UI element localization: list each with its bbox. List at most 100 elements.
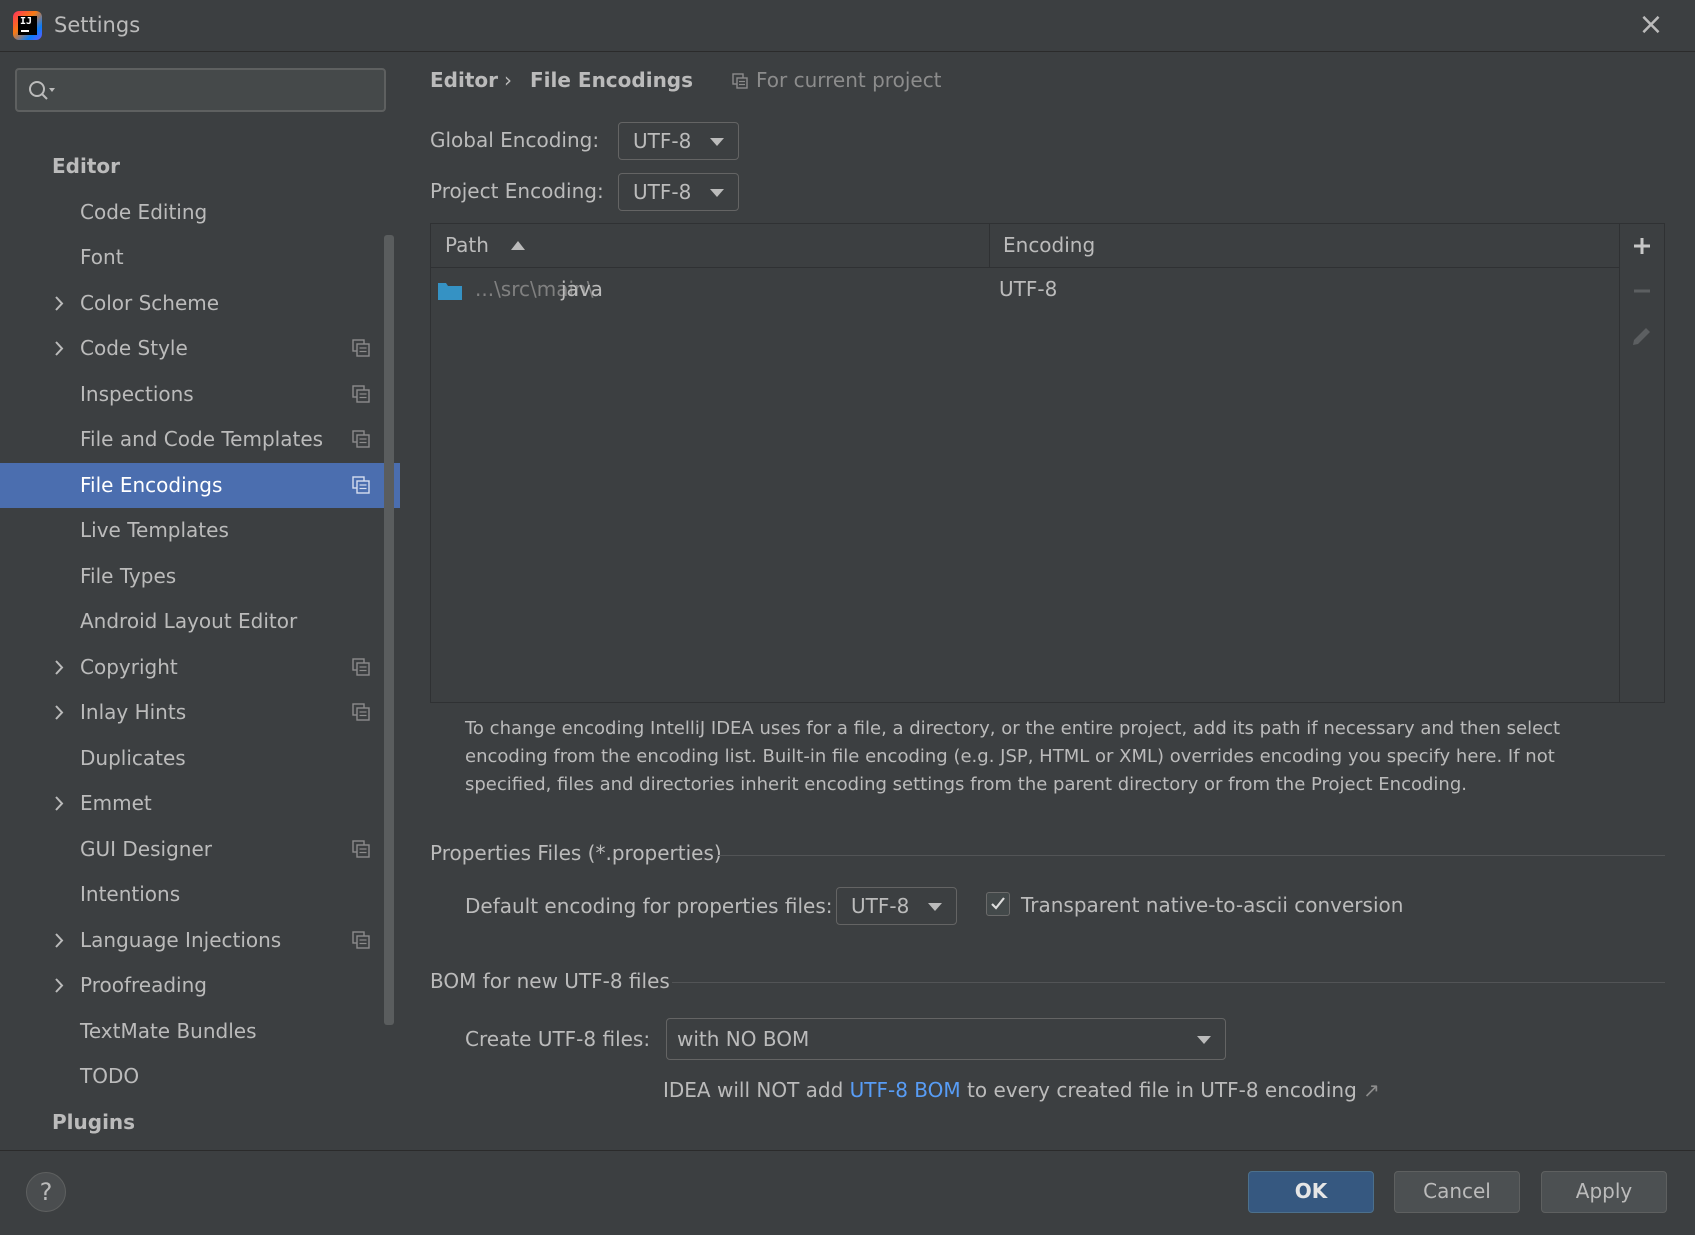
sidebar-item-intentions[interactable]: Intentions bbox=[0, 872, 384, 917]
sidebar-item-label: Inspections bbox=[80, 381, 194, 406]
remove-icon[interactable] bbox=[1630, 279, 1654, 303]
sidebar-item-gui-designer[interactable]: GUI Designer bbox=[0, 827, 384, 872]
search-input[interactable] bbox=[65, 76, 365, 104]
sidebar-item-label: Inlay Hints bbox=[80, 700, 187, 724]
project-scope-icon bbox=[352, 384, 370, 403]
sidebar-item-label: Live Templates bbox=[80, 518, 229, 542]
sort-ascending-icon bbox=[511, 241, 525, 250]
intellij-logo-icon: IJ bbox=[13, 11, 42, 40]
column-header-path[interactable]: Path bbox=[445, 224, 489, 268]
sidebar-item-live-templates[interactable]: Live Templates bbox=[0, 508, 384, 553]
sidebar-item-label: Emmet bbox=[80, 791, 152, 815]
sidebar-item-label: Plugins bbox=[52, 1109, 136, 1134]
utf8-bom-link[interactable]: UTF-8 BOM bbox=[850, 1078, 961, 1102]
breadcrumb-separator: › bbox=[504, 68, 512, 92]
sidebar-item-label: Duplicates bbox=[80, 745, 186, 770]
sidebar-item-file-types[interactable]: File Types bbox=[0, 554, 384, 599]
sidebar-item-textmate-bundles[interactable]: TextMate Bundles bbox=[0, 1009, 384, 1054]
external-link-icon[interactable]: ↗ bbox=[1363, 1078, 1380, 1102]
project-scope-icon bbox=[352, 339, 370, 357]
sidebar-item-label: Copyright bbox=[80, 654, 178, 679]
main-panel: Editor › File Encodings For current proj… bbox=[400, 52, 1695, 1150]
sidebar-item-inlay-hints[interactable]: Inlay Hints bbox=[0, 690, 384, 735]
sidebar-scrollbar[interactable] bbox=[384, 235, 394, 1025]
edit-pencil-icon[interactable] bbox=[1630, 324, 1654, 348]
table-row[interactable]: ...\src\main\ java UTF-8 bbox=[431, 268, 1619, 312]
chevron-right-icon[interactable] bbox=[52, 781, 66, 826]
close-icon[interactable]: × bbox=[1638, 10, 1664, 40]
project-encoding-select[interactable]: UTF-8 bbox=[618, 173, 739, 211]
column-divider[interactable] bbox=[989, 224, 990, 268]
table-toolbar bbox=[1619, 224, 1664, 702]
page-title: File Encodings bbox=[530, 68, 694, 92]
sidebar-item-label: TODO bbox=[80, 1064, 140, 1088]
project-scope-icon bbox=[352, 657, 370, 676]
search-box[interactable] bbox=[15, 68, 386, 112]
sidebar-item-duplicates[interactable]: Duplicates bbox=[0, 736, 384, 781]
sidebar-item-label: File Encodings bbox=[80, 472, 223, 497]
ok-button[interactable]: OK bbox=[1248, 1171, 1374, 1213]
chevron-down-icon bbox=[928, 903, 942, 911]
properties-section-title: Properties Files (*.properties) bbox=[430, 841, 722, 865]
global-encoding-select[interactable]: UTF-8 bbox=[618, 122, 739, 160]
apply-button[interactable]: Apply bbox=[1541, 1171, 1667, 1213]
sidebar-item-todo[interactable]: TODO bbox=[0, 1054, 384, 1099]
sidebar-item-label: Color Scheme bbox=[80, 290, 220, 315]
sidebar-item-copyright[interactable]: Copyright bbox=[0, 645, 384, 690]
properties-encoding-select[interactable]: UTF-8 bbox=[836, 887, 957, 925]
sidebar-item-file-and-code-templates[interactable]: File and Code Templates bbox=[0, 417, 384, 462]
sidebar-item-code-editing[interactable]: Code Editing bbox=[0, 190, 384, 235]
bom-note-prefix: IDEA will NOT add bbox=[663, 1078, 850, 1102]
cancel-button[interactable]: Cancel bbox=[1394, 1171, 1520, 1213]
sidebar-item-proofreading[interactable]: Proofreading bbox=[0, 963, 384, 1008]
sidebar-item-label: GUI Designer bbox=[80, 836, 212, 861]
chevron-right-icon[interactable] bbox=[52, 281, 66, 326]
chevron-right-icon[interactable] bbox=[52, 963, 66, 1008]
bom-note-suffix: to every created file in UTF-8 encoding bbox=[960, 1078, 1357, 1102]
sidebar-item-color-scheme[interactable]: Color Scheme bbox=[0, 281, 384, 326]
chevron-down-icon bbox=[710, 189, 724, 197]
add-icon[interactable] bbox=[1630, 234, 1654, 258]
breadcrumb-editor[interactable]: Editor bbox=[430, 68, 498, 92]
chevron-right-icon[interactable] bbox=[52, 326, 66, 371]
column-header-encoding[interactable]: Encoding bbox=[1003, 224, 1095, 268]
sidebar-item-plugins[interactable]: Plugins bbox=[0, 1100, 384, 1145]
sidebar-item-label: Intentions bbox=[80, 882, 181, 906]
sidebar-item-editor[interactable]: Editor bbox=[0, 144, 384, 189]
path-leaf: java bbox=[561, 277, 603, 301]
bom-select[interactable]: with NO BOM bbox=[666, 1018, 1226, 1060]
sidebar-item-label: Code Editing bbox=[80, 199, 208, 224]
bom-note: IDEA will NOT add UTF-8 BOM to every cre… bbox=[663, 1078, 1380, 1102]
transparent-conversion-checkbox[interactable] bbox=[986, 892, 1010, 916]
global-encoding-value: UTF-8 bbox=[633, 129, 692, 153]
project-scope-icon bbox=[352, 703, 370, 721]
help-button[interactable]: ? bbox=[26, 1172, 66, 1212]
path-encoding-table: Path Encoding ...\src\main\ java UTF-8 bbox=[430, 223, 1665, 703]
sidebar-item-inspections[interactable]: Inspections bbox=[0, 372, 384, 417]
project-encoding-value: UTF-8 bbox=[633, 180, 692, 204]
sidebar-item-emmet[interactable]: Emmet bbox=[0, 781, 384, 826]
row-encoding[interactable]: UTF-8 bbox=[999, 277, 1057, 301]
sidebar-item-language-injections[interactable]: Language Injections bbox=[0, 918, 384, 963]
create-utf8-label: Create UTF-8 files: bbox=[465, 1027, 651, 1051]
chevron-down-icon bbox=[710, 138, 724, 146]
sidebar-item-file-encodings[interactable]: File Encodings bbox=[0, 462, 400, 508]
checkmark-icon bbox=[991, 897, 1005, 910]
bom-select-value: with NO BOM bbox=[677, 1027, 810, 1051]
project-scope-icon bbox=[352, 430, 370, 448]
chevron-right-icon[interactable] bbox=[52, 918, 66, 963]
title-bar: IJ Settings × bbox=[0, 0, 1695, 52]
chevron-right-icon[interactable] bbox=[52, 645, 66, 690]
table-header: Path Encoding bbox=[431, 224, 1619, 268]
sidebar-item-android-layout-editor[interactable]: Android Layout Editor bbox=[0, 599, 384, 644]
project-scope-icon bbox=[352, 475, 370, 494]
chevron-right-icon[interactable] bbox=[52, 690, 66, 735]
sidebar-item-font[interactable]: Font bbox=[0, 235, 384, 280]
scope-label: For current project bbox=[756, 68, 942, 92]
transparent-conversion-label[interactable]: Transparent native-to-ascii conversion bbox=[1021, 893, 1403, 917]
sidebar-item-label: Font bbox=[80, 245, 124, 269]
project-scope-icon bbox=[732, 73, 748, 89]
sidebar-item-code-style[interactable]: Code Style bbox=[0, 326, 384, 371]
sidebar-item-label: Android Layout Editor bbox=[80, 609, 298, 633]
sidebar-item-label: File Types bbox=[80, 563, 177, 588]
